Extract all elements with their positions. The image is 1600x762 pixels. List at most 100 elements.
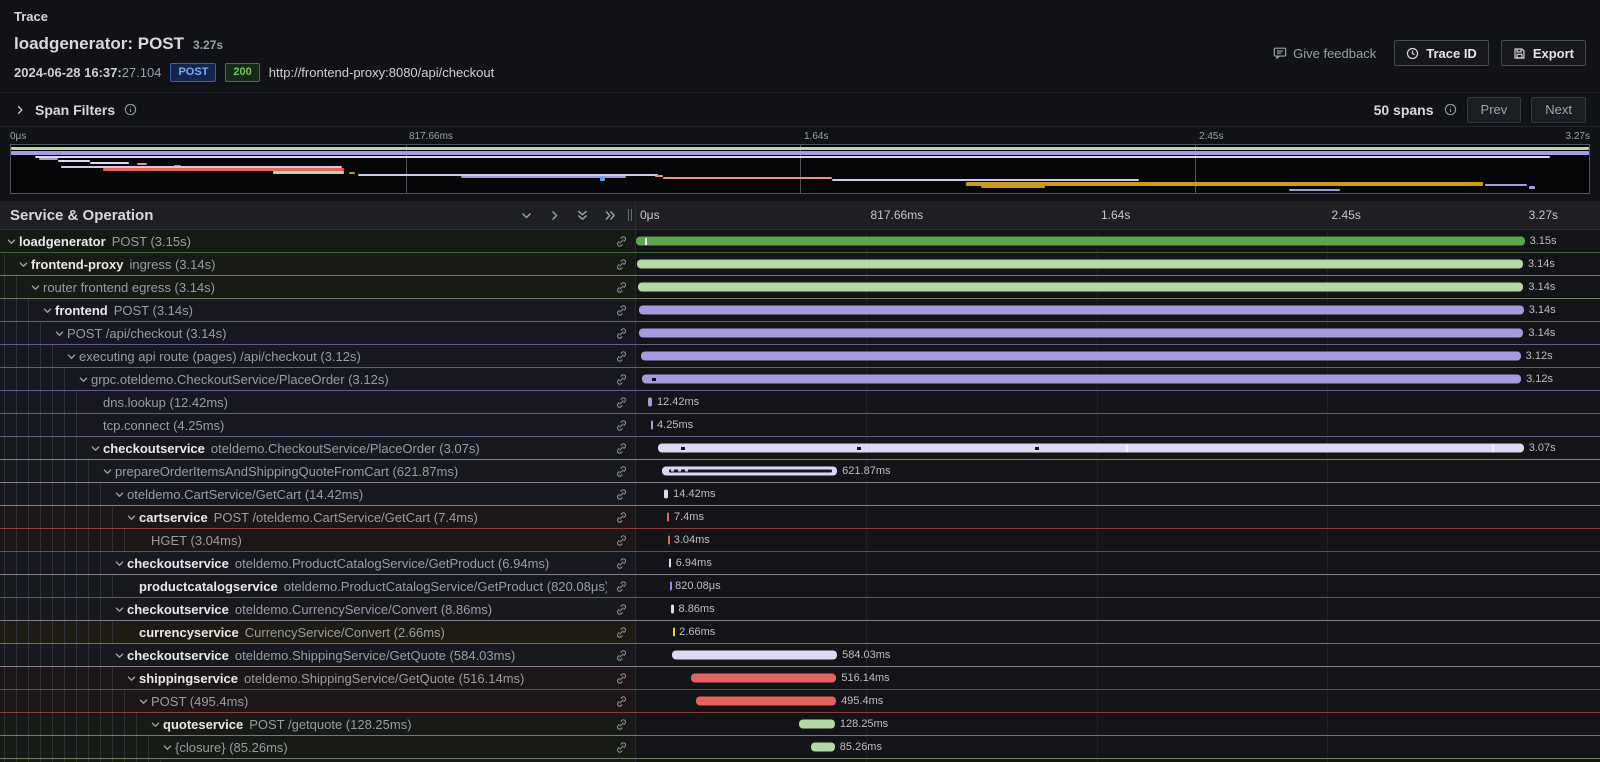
span-link-icon[interactable] — [607, 345, 635, 367]
span-link-icon[interactable] — [607, 667, 635, 689]
span-row[interactable]: oteldemo.CartService/GetCart (14.42ms)14… — [0, 483, 1600, 506]
span-link-icon[interactable] — [607, 529, 635, 551]
span-bar[interactable] — [696, 697, 836, 706]
span-link-icon[interactable] — [607, 391, 635, 413]
collapse-chevron-icon[interactable] — [112, 552, 127, 574]
collapse-chevron-icon[interactable] — [76, 368, 91, 390]
span-row[interactable]: productcatalogserviceoteldemo.ProductCat… — [0, 575, 1600, 598]
span-row[interactable]: checkoutserviceoteldemo.ProductCatalogSe… — [0, 552, 1600, 575]
info-circle-icon[interactable] — [1444, 103, 1457, 116]
span-bar[interactable] — [638, 283, 1523, 292]
span-row[interactable]: checkoutserviceoteldemo.ShippingService/… — [0, 644, 1600, 667]
column-resize-handle[interactable] — [628, 209, 632, 221]
span-bar[interactable] — [667, 513, 669, 522]
span-link-icon[interactable] — [607, 713, 635, 735]
collapse-chevron-icon[interactable] — [124, 506, 139, 528]
span-link-icon[interactable] — [607, 276, 635, 298]
collapse-chevron-icon[interactable] — [112, 644, 127, 666]
collapse-chevron-icon[interactable] — [88, 437, 103, 459]
span-row[interactable]: tcp.connect (4.25ms)4.25ms — [0, 414, 1600, 437]
span-row[interactable]: grpc.oteldemo.CheckoutService/PlaceOrder… — [0, 368, 1600, 391]
span-filters-toggle[interactable]: Span Filters — [14, 102, 137, 118]
collapse-chevron-icon[interactable] — [64, 345, 79, 367]
span-link-icon[interactable] — [607, 598, 635, 620]
span-row[interactable]: frontend-proxyingress (3.14s)3.14s — [0, 253, 1600, 276]
span-row[interactable]: HGET (3.04ms)3.04ms — [0, 529, 1600, 552]
span-row[interactable]: currencyserviceCurrencyService/Convert (… — [0, 621, 1600, 644]
span-bar[interactable] — [672, 651, 837, 660]
span-bar[interactable] — [637, 260, 1523, 269]
collapse-one-icon[interactable] — [520, 209, 533, 222]
span-link-icon[interactable] — [607, 253, 635, 275]
span-bar[interactable] — [651, 421, 653, 430]
span-bar[interactable] — [811, 743, 835, 752]
span-bar[interactable] — [639, 306, 1524, 315]
span-link-icon[interactable] — [607, 230, 635, 252]
span-bar[interactable] — [799, 720, 835, 729]
collapse-chevron-icon[interactable] — [40, 299, 55, 321]
span-row[interactable]: loadgeneratorPOST (3.15s)3.15s — [0, 230, 1600, 253]
span-link-icon[interactable] — [607, 299, 635, 321]
span-row[interactable]: prepareOrderItemsAndShippingQuoteFromCar… — [0, 460, 1600, 483]
span-bar[interactable] — [642, 375, 1522, 384]
span-bar[interactable] — [691, 674, 836, 683]
span-link-icon[interactable] — [607, 483, 635, 505]
prev-span-button[interactable]: Prev — [1467, 97, 1522, 123]
span-bar[interactable] — [648, 398, 652, 407]
trace-id-button[interactable]: Trace ID — [1394, 40, 1489, 66]
collapse-chevron-icon[interactable] — [112, 483, 127, 505]
span-row[interactable]: dns.lookup (12.42ms)12.42ms — [0, 391, 1600, 414]
span-link-icon[interactable] — [607, 644, 635, 666]
span-row[interactable]: frontendPOST (3.14s)3.14s — [0, 299, 1600, 322]
span-row[interactable]: cartservicePOST /oteldemo.CartService/Ge… — [0, 506, 1600, 529]
timeline-minimap[interactable] — [10, 144, 1590, 194]
span-link-icon[interactable] — [607, 322, 635, 344]
collapse-chevron-icon[interactable] — [148, 713, 163, 735]
span-bar[interactable] — [641, 352, 1521, 361]
expand-all-icon[interactable] — [604, 209, 617, 222]
span-link-icon[interactable] — [607, 736, 635, 758]
collapse-chevron-icon[interactable] — [100, 460, 115, 482]
span-row[interactable]: shippingserviceoteldemo.ShippingService/… — [0, 667, 1600, 690]
span-link-icon[interactable] — [607, 506, 635, 528]
collapse-chevron-icon[interactable] — [124, 667, 139, 689]
span-link-icon[interactable] — [607, 575, 635, 597]
span-row[interactable]: router frontend egress (3.14s)3.14s — [0, 276, 1600, 299]
span-link-icon[interactable] — [607, 437, 635, 459]
expand-one-icon[interactable] — [548, 209, 561, 222]
span-row[interactable]: POST /api/checkout (3.14s)3.14s — [0, 322, 1600, 345]
span-bar[interactable] — [658, 444, 1524, 453]
span-bar[interactable] — [668, 536, 670, 545]
span-row[interactable]: checkoutserviceoteldemo.CurrencyService/… — [0, 598, 1600, 621]
collapse-chevron-icon[interactable] — [136, 690, 151, 712]
span-link-icon[interactable] — [607, 621, 635, 643]
span-link-icon[interactable] — [607, 460, 635, 482]
collapse-chevron-icon[interactable] — [52, 322, 67, 344]
span-row[interactable]: POST (495.4ms)495.4ms — [0, 690, 1600, 713]
span-row[interactable]: quoteservicePOST /getquote (128.25ms)128… — [0, 713, 1600, 736]
collapse-chevron-icon[interactable] — [28, 276, 43, 298]
export-button[interactable]: Export — [1501, 40, 1586, 66]
span-link-icon[interactable] — [607, 368, 635, 390]
span-link-icon[interactable] — [607, 552, 635, 574]
give-feedback-button[interactable]: Give feedback — [1267, 45, 1382, 62]
info-circle-icon[interactable] — [124, 103, 137, 116]
span-bar[interactable] — [636, 237, 1524, 246]
span-bar[interactable] — [673, 628, 675, 637]
span-row[interactable]: executing api route (pages) /api/checkou… — [0, 345, 1600, 368]
collapse-chevron-icon[interactable] — [160, 736, 175, 758]
collapse-chevron-icon[interactable] — [112, 598, 127, 620]
span-bar[interactable] — [664, 490, 668, 499]
span-bar[interactable] — [639, 329, 1523, 338]
span-bar[interactable] — [662, 467, 837, 476]
collapse-chevron-icon[interactable] — [16, 253, 31, 275]
span-row[interactable]: checkoutserviceoteldemo.CheckoutService/… — [0, 437, 1600, 460]
span-row[interactable]: {closure} (85.26ms)85.26ms — [0, 736, 1600, 759]
span-link-icon[interactable] — [607, 414, 635, 436]
collapse-chevron-icon[interactable] — [4, 230, 19, 252]
next-span-button[interactable]: Next — [1531, 97, 1586, 123]
collapse-all-icon[interactable] — [576, 209, 589, 222]
span-bar[interactable] — [669, 559, 671, 568]
span-link-icon[interactable] — [607, 690, 635, 712]
span-bar[interactable] — [671, 605, 673, 614]
